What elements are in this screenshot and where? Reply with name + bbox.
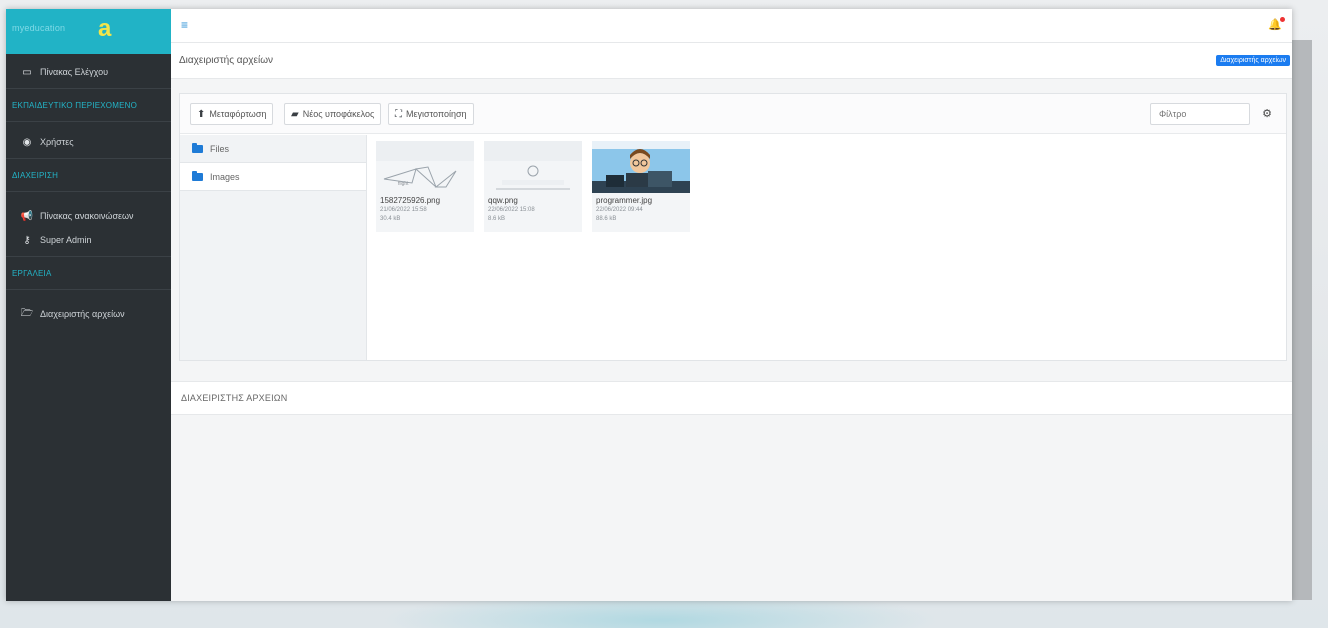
sidebar-item-label: Πίνακας ανακοινώσεων	[40, 211, 134, 221]
sidebar-divider	[6, 191, 171, 192]
sidebar-item-dashboard[interactable]: ▭ Πίνακας Ελέγχου	[6, 60, 171, 84]
sidebar-divider	[6, 121, 171, 122]
file-date: 22/06/2022 09:44	[596, 207, 643, 213]
new-folder-label: Νέος υποφάκελος	[302, 109, 375, 119]
sidebar-header-management: ΔΙΑΧΕΙΡΙΣΗ	[12, 170, 59, 180]
folder-tree: Files Images	[180, 135, 367, 360]
upload-button[interactable]: ⬆ Μεταφόρτωση	[190, 103, 274, 125]
folder-plus-icon: ▰	[291, 108, 299, 120]
programmer-image	[592, 141, 690, 193]
section-header: ΔΙΑΧΕΙΡΙΣΤΗΣ ΑΡΧΕΙΩΝ	[171, 381, 1292, 415]
file-thumbnail	[592, 141, 690, 193]
filter-input[interactable]	[1150, 103, 1250, 125]
file-date: 21/06/2022 15:58	[380, 207, 427, 213]
fullscreen-button[interactable]: ⛶ Μεγιστοποίηση	[388, 103, 474, 125]
window-edge	[1292, 40, 1312, 600]
sidebar-divider	[6, 158, 171, 159]
file-manager: ⬆ Μεταφόρτωση ▰ Νέος υποφάκελος ⛶ Μεγιστ…	[179, 93, 1287, 361]
folder-label: Images	[210, 171, 240, 182]
file-name: 1582725926.png	[380, 196, 441, 205]
sidebar-item-label: Super Admin	[40, 235, 92, 245]
file-manager-toolbar: ⬆ Μεταφόρτωση ▰ Νέος υποφάκελος ⛶ Μεγιστ…	[180, 94, 1286, 134]
new-folder-button[interactable]: ▰ Νέος υποφάκελος	[284, 103, 382, 125]
megaphone-icon: 📢	[20, 210, 34, 222]
page-title: Διαχειριστής αρχείων	[179, 55, 274, 66]
file-manager-body: Files Images flight 1582725926.png 21/06…	[180, 135, 1286, 360]
fullscreen-label: Μεγιστοποίηση	[406, 109, 467, 119]
file-size: 88.6 kB	[596, 216, 617, 222]
breadcrumb-badge[interactable]: Διαχειριστής αρχείων	[1216, 55, 1290, 66]
file-card[interactable]: programmer.jpg 22/06/2022 09:44 88.6 kB	[592, 141, 690, 232]
file-name: programmer.jpg	[596, 196, 653, 205]
file-size: 30.4 kB	[380, 216, 401, 222]
sidebar-item-label: Χρήστες	[40, 137, 74, 147]
sidebar-divider	[6, 256, 171, 257]
brand-logo: a	[98, 15, 112, 42]
file-card[interactable]: qqw.png 22/06/2022 15:08 8.6 kB	[484, 141, 582, 232]
sidebar-divider	[6, 289, 171, 290]
file-size: 8.6 kB	[488, 216, 506, 222]
sidebar: myeducation a ▭ Πίνακας Ελέγχου ΕΚΠΑΙΔΕΥ…	[6, 9, 171, 601]
notification-badge	[1280, 17, 1285, 22]
sidebar-item-announcements[interactable]: 📢 Πίνακας ανακοινώσεων	[6, 204, 171, 228]
top-navbar: ≡ 🔔	[171, 9, 1292, 43]
file-card[interactable]: flight 1582725926.png 21/06/2022 15:58 3…	[376, 141, 474, 232]
sidebar-item-label: Διαχειριστής αρχείων	[40, 309, 125, 319]
logo-image	[496, 165, 570, 190]
folder-files[interactable]: Files	[180, 135, 366, 163]
folder-icon	[192, 142, 203, 153]
brand-text: myeducation	[12, 23, 66, 33]
user-circle-icon: ◉	[22, 136, 32, 148]
page-header: Διαχειριστής αρχείων Διαχειριστής αρχείω…	[171, 43, 1292, 79]
sidebar-item-users[interactable]: ◉ Χρήστες	[6, 130, 171, 154]
folder-images[interactable]: Images	[180, 163, 366, 191]
svg-text:flight: flight	[398, 181, 409, 187]
file-name: qqw.png	[488, 196, 518, 205]
user-key-icon: ⚷	[23, 234, 31, 246]
file-thumbnail: flight	[376, 141, 474, 193]
file-thumbnail	[484, 141, 582, 193]
gear-icon[interactable]: ⚙	[1262, 107, 1272, 120]
hamburger-menu-icon[interactable]: ≡	[181, 18, 188, 32]
expand-icon: ⛶	[395, 108, 402, 120]
sidebar-item-super-admin[interactable]: ⚷ Super Admin	[6, 228, 171, 252]
folder-icon	[192, 170, 203, 181]
section-title: ΔΙΑΧΕΙΡΙΣΤΗΣ ΑΡΧΕΙΩΝ	[181, 393, 288, 403]
sidebar-header-tools: ΕΡΓΑΛΕΙΑ	[12, 268, 52, 278]
sidebar-item-file-manager[interactable]: 🗁 Διαχειριστής αρχείων	[6, 302, 171, 326]
folder-label: Files	[210, 143, 230, 154]
sidebar-item-label: Πίνακας Ελέγχου	[40, 67, 109, 77]
upload-label: Μεταφόρτωση	[209, 109, 267, 119]
main-content: ≡ 🔔 Διαχειριστής αρχείων Διαχειριστής αρ…	[171, 9, 1292, 601]
app-window: myeducation a ▭ Πίνακας Ελέγχου ΕΚΠΑΙΔΕΥ…	[6, 9, 1292, 601]
upload-icon: ⬆	[197, 108, 206, 120]
paper-plane-image: flight	[383, 166, 457, 188]
sidebar-header-content: ΕΚΠΑΙΔΕΥΤΙΚΟ ΠΕΡΙΕΧΟΜΕΝΟ	[12, 100, 138, 110]
monitor-icon: ▭	[22, 66, 32, 78]
folder-open-icon: 🗁	[20, 307, 34, 319]
file-date: 22/06/2022 15:08	[488, 207, 535, 213]
brand[interactable]: myeducation a	[6, 9, 171, 54]
sidebar-divider	[6, 88, 171, 89]
